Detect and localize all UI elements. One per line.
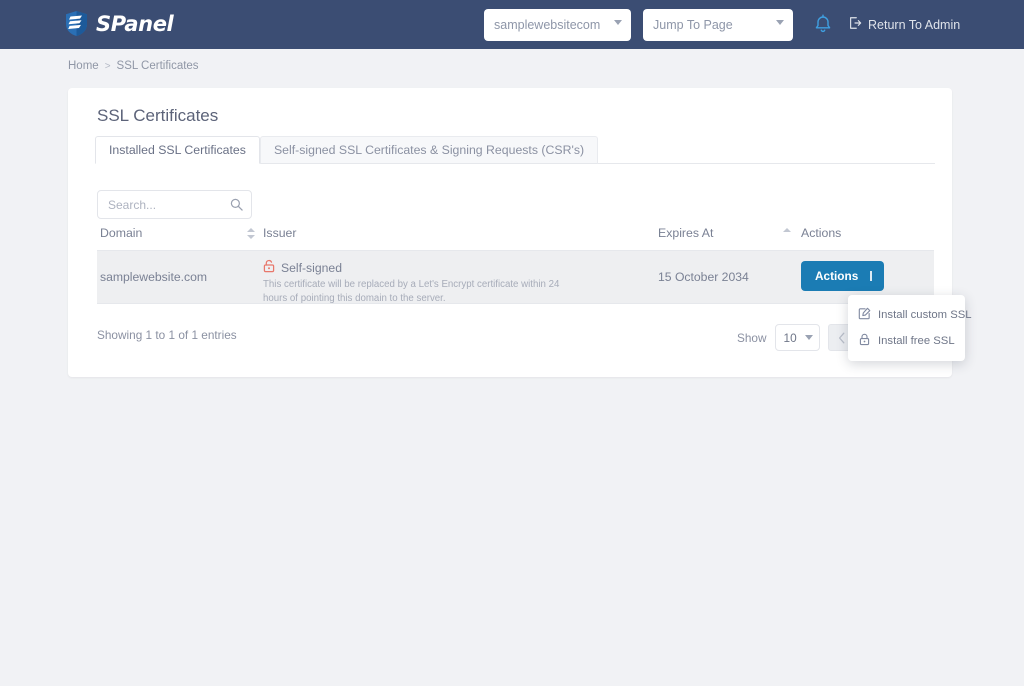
tab-label: Self-signed SSL Certificates & Signing R… <box>273 143 585 157</box>
cell-actions: Actions <box>801 261 884 291</box>
search-box <box>97 190 252 219</box>
table-header-row: Domain Issuer Expires At Actions <box>97 226 934 251</box>
return-to-admin-label: Return To Admin <box>868 17 961 32</box>
page-title: SSL Certificates <box>97 106 219 125</box>
page-length-select[interactable]: 10 <box>774 324 820 351</box>
breadcrumb-current: SSL Certificates <box>116 60 199 72</box>
page-length-wrapper: 10 <box>774 324 820 351</box>
chevron-left-icon <box>838 332 844 343</box>
issuer-note: This certificate will be replaced by a L… <box>263 279 560 304</box>
brand-text: SPanel <box>96 11 174 36</box>
breadcrumb-home[interactable]: Home <box>68 60 99 72</box>
cell-expires-at: 15 October 2034 <box>658 270 749 284</box>
return-to-admin-link[interactable]: Return To Admin <box>848 16 960 33</box>
top-navbar: SPanel samplewebsitecom Jump To Page Ret… <box>0 0 1024 49</box>
brand[interactable]: SPanel <box>64 10 174 37</box>
sign-out-icon <box>848 16 862 33</box>
column-header-expires-at[interactable]: Expires At <box>658 226 713 240</box>
breadcrumb-separator: > <box>104 60 111 72</box>
tab-bar: Installed SSL Certificates Self-signed S… <box>95 136 935 164</box>
search-icon[interactable] <box>230 198 243 211</box>
vertical-bar-icon <box>870 271 872 281</box>
menu-item-install-custom-ssl[interactable]: Install custom SSL <box>848 302 972 328</box>
actions-dropdown-menu: Install custom SSL Install free SSL <box>848 295 972 361</box>
sort-toggle-domain[interactable] <box>247 228 256 240</box>
jump-to-page-select[interactable]: Jump To Page <box>643 9 793 41</box>
search-input[interactable] <box>98 191 226 218</box>
spanel-shield-logo-icon <box>64 10 89 37</box>
actions-button[interactable]: Actions <box>801 261 884 291</box>
column-header-issuer: Issuer <box>263 226 297 240</box>
site-select[interactable]: samplewebsitecom <box>484 9 631 41</box>
menu-item-label: Install free SSL <box>878 335 955 347</box>
cell-issuer: Self-signed This certificate will be rep… <box>263 259 643 306</box>
menu-item-label: Install custom SSL <box>878 309 972 321</box>
actions-button-label: Actions <box>815 269 859 283</box>
show-label: Show <box>737 330 767 345</box>
table-row[interactable]: samplewebsite.com Self-signed This certi… <box>97 251 934 304</box>
menu-item-install-free-ssl[interactable]: Install free SSL <box>848 328 965 354</box>
showing-entries-text: Showing 1 to 1 of 1 entries <box>97 328 237 342</box>
site-select-wrapper: samplewebsitecom <box>484 9 631 41</box>
pagination-controls: Show 10 <box>737 324 856 351</box>
bell-icon[interactable] <box>813 14 833 36</box>
jump-to-page-wrapper: Jump To Page <box>643 9 793 41</box>
column-header-domain[interactable]: Domain <box>100 226 142 240</box>
issuer-name: Self-signed <box>281 260 342 275</box>
sort-toggle-expires-at[interactable] <box>783 228 792 240</box>
unlocked-padlock-icon <box>263 259 275 276</box>
padlock-icon <box>858 333 871 349</box>
tab-label: Installed SSL Certificates <box>109 143 246 157</box>
breadcrumb: Home > SSL Certificates <box>68 60 199 72</box>
tab-self-signed-csr[interactable]: Self-signed SSL Certificates & Signing R… <box>259 136 599 164</box>
tab-installed-ssl-certificates[interactable]: Installed SSL Certificates <box>95 136 260 164</box>
certificates-table: Domain Issuer Expires At Actions samplew… <box>97 226 934 304</box>
column-header-actions: Actions <box>801 226 842 240</box>
edit-square-icon <box>858 307 871 323</box>
cell-domain: samplewebsite.com <box>100 270 208 284</box>
